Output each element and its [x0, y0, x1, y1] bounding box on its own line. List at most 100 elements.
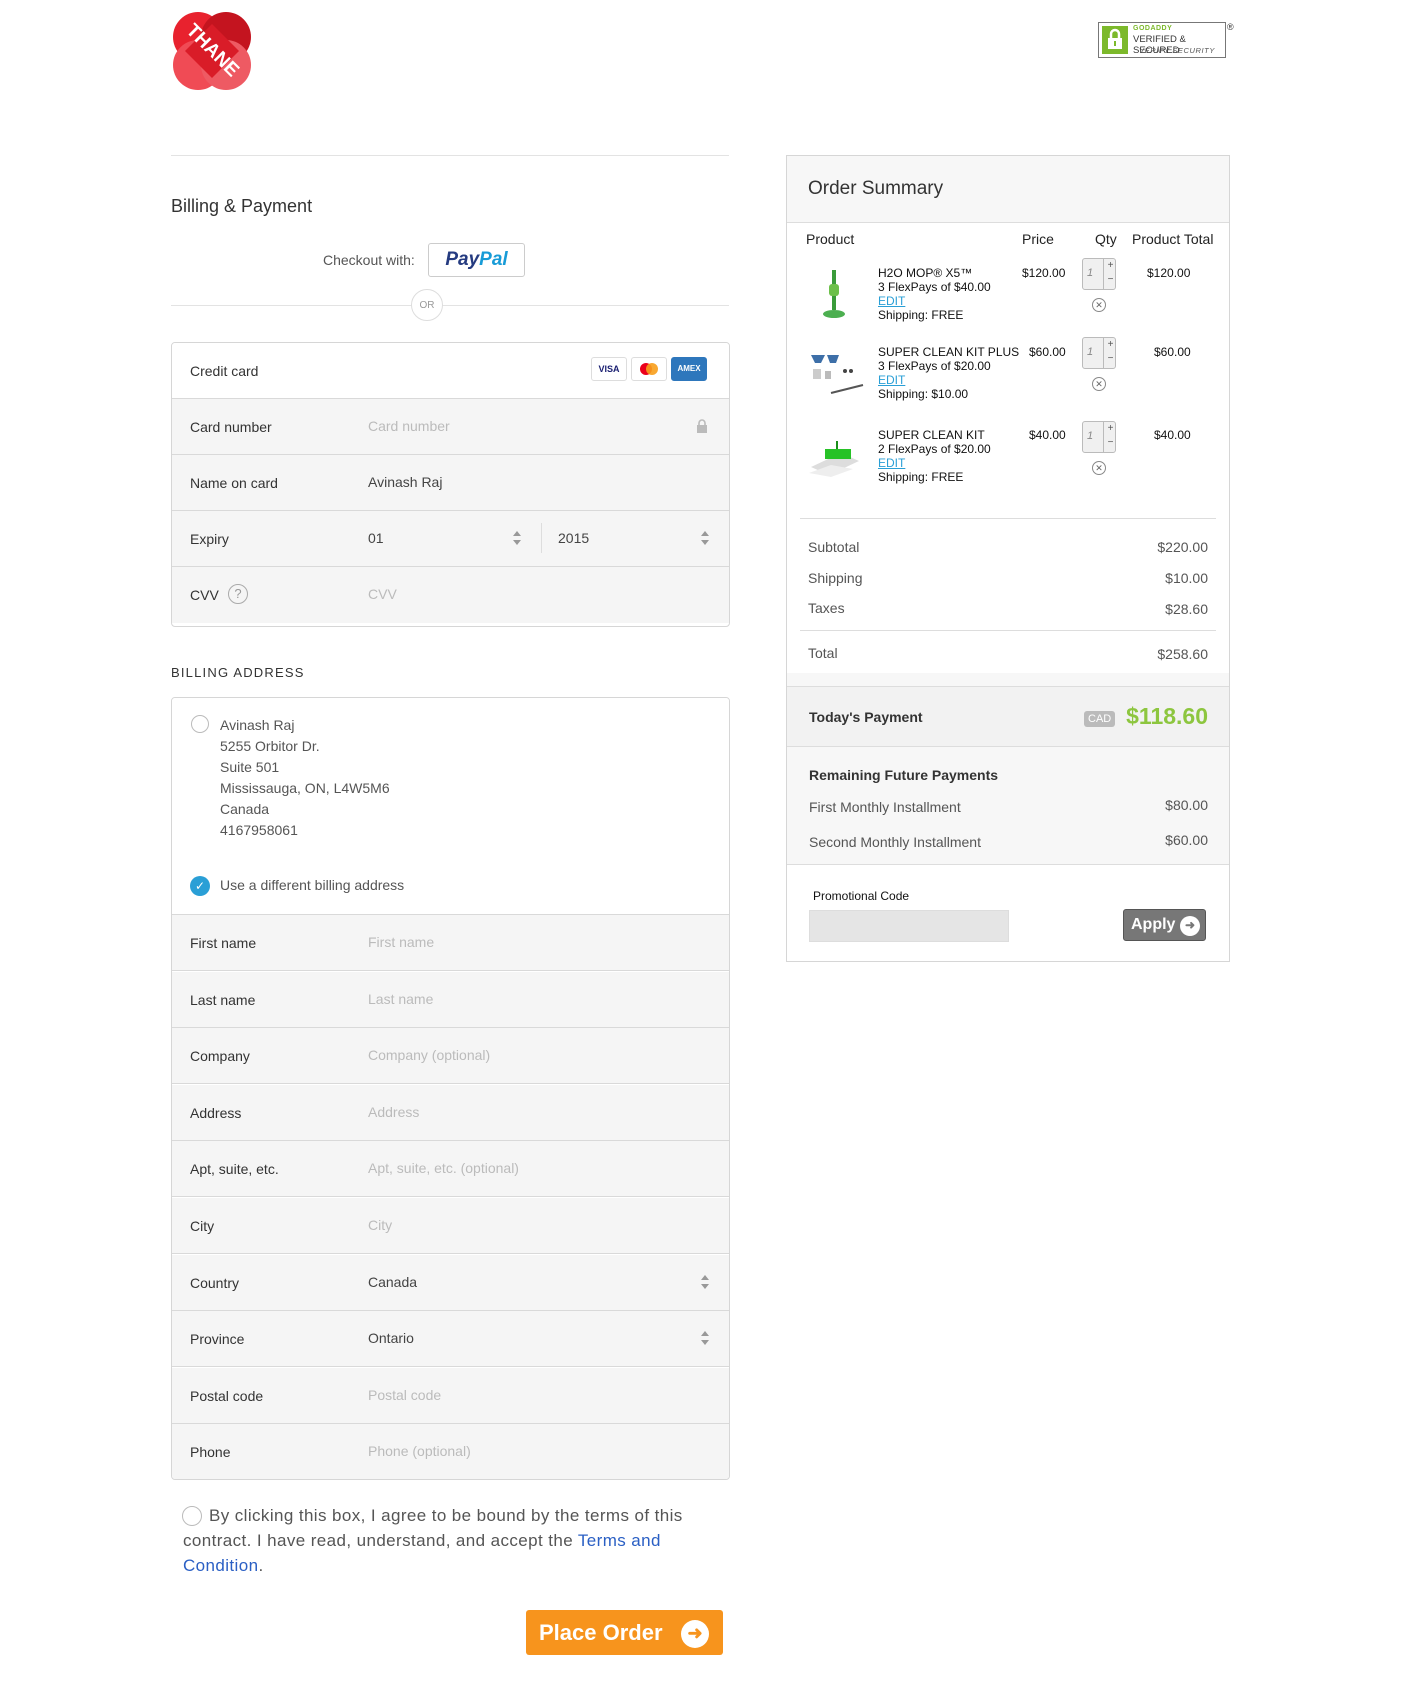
- remove-item-icon[interactable]: ✕: [1092, 298, 1106, 312]
- billing-address-heading: BILLING ADDRESS: [171, 665, 305, 680]
- product-price: $60.00: [1029, 345, 1066, 359]
- plus-minus-icon[interactable]: + −: [1103, 259, 1117, 289]
- or-divider: [171, 305, 729, 306]
- first-installment-value: $80.00: [1165, 797, 1208, 813]
- future-payments-heading: Remaining Future Payments: [809, 767, 999, 783]
- field-label: Apt, suite, etc.: [190, 1161, 279, 1178]
- expiry-year-select[interactable]: 2015: [558, 530, 589, 546]
- thane-logo[interactable]: THANE: [171, 10, 253, 92]
- city-row[interactable]: City City: [172, 1198, 729, 1254]
- field-label: City: [190, 1218, 215, 1234]
- paypal-pay: Pay: [445, 249, 480, 270]
- quantity-value: 1: [1087, 267, 1094, 279]
- todays-payment-label: Today's Payment: [809, 709, 923, 725]
- billing-fields: First name First name Last name Last nam…: [172, 915, 729, 1479]
- last-name-input[interactable]: Last name: [368, 991, 433, 1007]
- province-row[interactable]: Province Ontario: [172, 1311, 729, 1368]
- col-product: Product: [806, 231, 855, 247]
- apply-label: Apply: [1131, 916, 1176, 933]
- name-on-card-label: Name on card: [190, 475, 278, 491]
- country-row[interactable]: Country Canada: [172, 1254, 729, 1311]
- product-shipping: Shipping: $10.00: [878, 387, 969, 401]
- phone-input[interactable]: Phone (optional): [368, 1443, 471, 1459]
- edit-link[interactable]: EDIT: [878, 294, 1018, 308]
- phone-row[interactable]: Phone Phone (optional): [172, 1424, 729, 1479]
- product-info: SUPER CLEAN KIT PLUS 3 FlexPays of $20.0…: [878, 345, 1028, 401]
- card-number-input[interactable]: Card number: [368, 418, 450, 434]
- product-shipping: Shipping: FREE: [878, 308, 964, 322]
- shipping-label: Shipping: [808, 570, 863, 586]
- address-line: Avinash Raj: [220, 717, 295, 733]
- visa-icon: VISA: [591, 357, 627, 381]
- postal-code-row[interactable]: Postal code Postal code: [172, 1367, 729, 1424]
- place-order-label: Place Order: [539, 1620, 663, 1645]
- company-input[interactable]: Company (optional): [368, 1047, 490, 1063]
- mastercard-icon: [631, 357, 667, 381]
- expiry-divider: [541, 523, 542, 553]
- lock-icon: [1102, 26, 1128, 54]
- subtotal-value: $220.00: [1157, 539, 1208, 555]
- postal-code-input[interactable]: Postal code: [368, 1387, 441, 1403]
- remove-item-icon[interactable]: ✕: [1092, 461, 1106, 475]
- expiry-month-select[interactable]: 01: [368, 530, 384, 546]
- checkmark-icon[interactable]: ✓: [190, 876, 210, 896]
- quantity-stepper[interactable]: 1 + −: [1082, 337, 1116, 369]
- address-input[interactable]: Address: [368, 1104, 419, 1120]
- remove-item-icon[interactable]: ✕: [1092, 377, 1106, 391]
- credit-card-title: Credit card: [190, 363, 259, 379]
- quantity-stepper[interactable]: 1 + −: [1082, 258, 1116, 290]
- cart-item: SUPER CLEAN KIT 2 FlexPays of $20.00 EDI…: [787, 421, 1229, 501]
- badge-line1: GODADDY: [1133, 25, 1173, 32]
- col-price: Price: [1022, 231, 1054, 247]
- taxes-label: Taxes: [808, 600, 845, 616]
- edit-link[interactable]: EDIT: [878, 456, 1018, 470]
- promo-code-input[interactable]: [809, 910, 1009, 942]
- name-on-card-row[interactable]: Name on card Avinash Raj: [172, 455, 729, 511]
- city-input[interactable]: City: [368, 1217, 392, 1233]
- first-name-input[interactable]: First name: [368, 934, 434, 950]
- different-address-option[interactable]: ✓ Use a different billing address: [172, 858, 729, 915]
- expiry-row[interactable]: Expiry 01 2015: [172, 511, 729, 567]
- lock-icon: [696, 419, 708, 438]
- super-clean-kit-plus-image: [801, 341, 867, 405]
- total-value: $258.60: [1157, 646, 1208, 662]
- badge-line3: VERIFY SECURITY: [1139, 46, 1215, 55]
- shipping-value: $10.00: [1165, 570, 1208, 586]
- billing-address-panel: Avinash Raj 5255 Orbitor Dr. Suite 501 M…: [171, 697, 730, 1480]
- plus-minus-icon[interactable]: + −: [1103, 422, 1117, 452]
- place-order-button[interactable]: Place Order ➜: [526, 1610, 723, 1655]
- field-label: Country: [190, 1274, 240, 1291]
- saved-address-radio[interactable]: [191, 715, 209, 733]
- cvv-row[interactable]: CVV ? CVV: [172, 567, 729, 623]
- saved-address-lines: Avinash Raj 5255 Orbitor Dr. Suite 501 M…: [220, 715, 390, 841]
- first-name-row[interactable]: First name First name: [172, 915, 729, 971]
- apt-row[interactable]: Apt, suite, etc. Apt, suite, etc. (optio…: [172, 1141, 729, 1198]
- name-on-card-input[interactable]: Avinash Raj: [368, 474, 442, 490]
- credit-card-header[interactable]: Credit card VISA AMEX: [172, 343, 729, 399]
- paypal-button[interactable]: PayPal: [428, 243, 525, 277]
- cvv-input[interactable]: CVV: [368, 586, 397, 602]
- card-number-row[interactable]: Card number Card number: [172, 399, 729, 455]
- company-row[interactable]: Company Company (optional): [172, 1028, 729, 1085]
- select-arrows-icon: [701, 1331, 709, 1346]
- address-row[interactable]: Address Address: [172, 1084, 729, 1141]
- col-product-total: Product Total: [1132, 231, 1214, 247]
- plus-minus-icon[interactable]: + −: [1103, 338, 1117, 368]
- product-flexpays: 3 FlexPays of $20.00: [878, 359, 991, 373]
- edit-link[interactable]: EDIT: [878, 373, 1028, 387]
- address-line: 5255 Orbitor Dr.: [220, 738, 320, 754]
- country-select[interactable]: Canada: [368, 1274, 417, 1290]
- apply-button[interactable]: Apply ➜: [1123, 909, 1206, 941]
- quantity-stepper[interactable]: 1 + −: [1082, 421, 1116, 453]
- promo-area: Promotional Code Apply ➜: [787, 865, 1229, 961]
- registered-mark: ®: [1227, 22, 1234, 32]
- currency-badge: CAD: [1084, 711, 1116, 727]
- godaddy-security-badge[interactable]: GODADDY VERIFIED & SECURED VERIFY SECURI…: [1098, 22, 1226, 58]
- product-price: $40.00: [1029, 428, 1066, 442]
- apt-input[interactable]: Apt, suite, etc. (optional): [368, 1160, 519, 1176]
- cvv-help-icon[interactable]: ?: [228, 584, 248, 604]
- saved-address-option[interactable]: Avinash Raj 5255 Orbitor Dr. Suite 501 M…: [172, 698, 729, 859]
- last-name-row[interactable]: Last name Last name: [172, 971, 729, 1028]
- province-select[interactable]: Ontario: [368, 1330, 414, 1346]
- field-label: Postal code: [190, 1387, 264, 1404]
